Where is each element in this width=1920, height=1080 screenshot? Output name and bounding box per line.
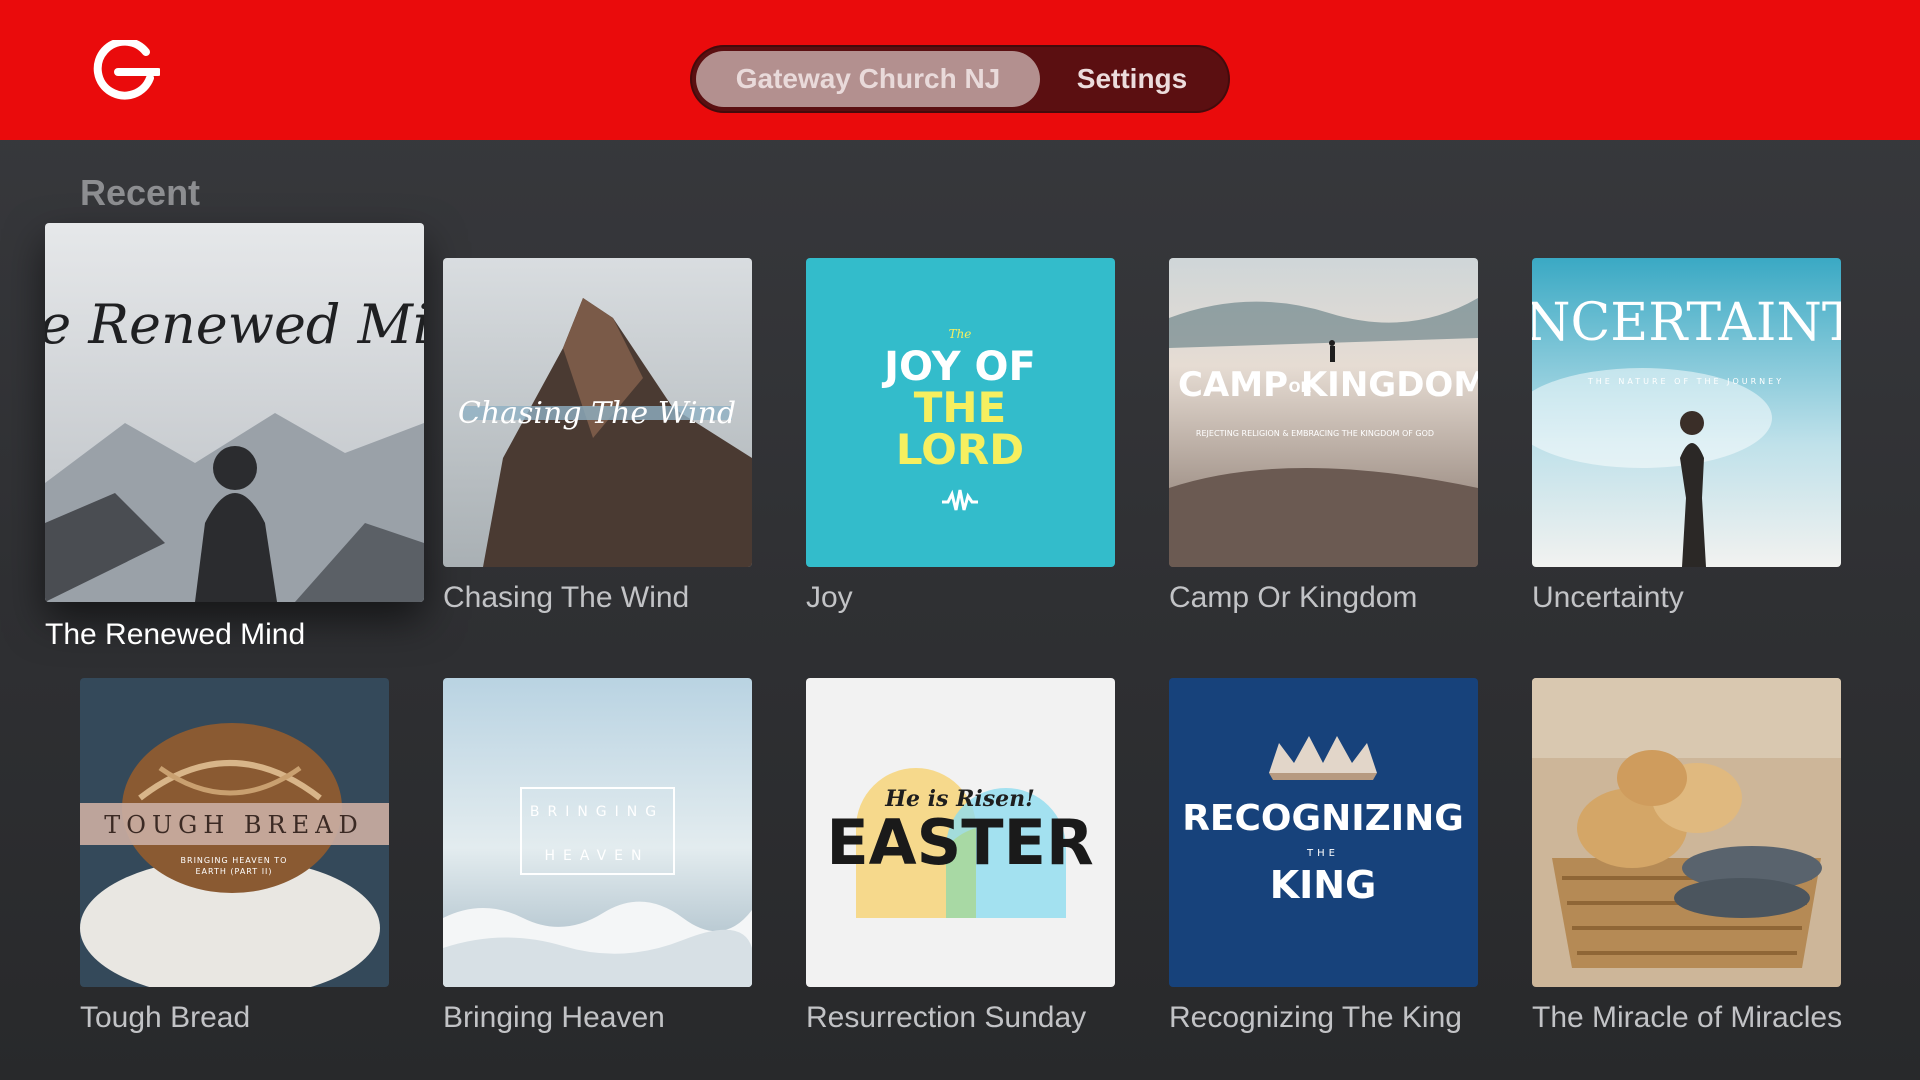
- artwork-text: LORD: [896, 425, 1024, 474]
- sermon-artwork: CAMP OR KINGDOM REJECTING RELIGION & EMB…: [1169, 258, 1478, 567]
- sermon-tile-renewed-mind[interactable]: The Renewed Mind The Renewed Mind: [45, 223, 424, 653]
- sermon-title: Resurrection Sunday: [806, 1001, 1087, 1034]
- sermon-title: Joy: [806, 581, 853, 614]
- sermon-tile-recognizing-the-king[interactable]: RECOGNIZING THE KING Recognizing The Kin…: [1169, 678, 1478, 1048]
- top-bar: Gateway Church NJ Settings: [0, 0, 1920, 140]
- sermon-tile-joy[interactable]: The JOY OF THE LORD Joy: [806, 258, 1115, 628]
- artwork-text: BRINGING: [530, 804, 664, 820]
- gateway-logo-icon: [93, 40, 160, 100]
- sermon-artwork: TOUGH BREAD BRINGING HEAVEN TO EARTH (PA…: [80, 678, 389, 987]
- sermon-title: Chasing The Wind: [443, 581, 690, 614]
- section-title-recent: Recent: [80, 172, 201, 213]
- sermon-artwork: The Renewed Mind: [45, 223, 424, 602]
- tab-settings[interactable]: Settings: [1040, 51, 1224, 107]
- artwork-text: REJECTING RELIGION & EMBRACING THE KINGD…: [1196, 429, 1434, 438]
- sermon-title: Tough Bread: [80, 1001, 251, 1034]
- sermon-title: The Renewed Mind: [45, 618, 306, 651]
- sermon-title: Recognizing The King: [1169, 1001, 1462, 1034]
- sermon-tile-chasing-the-wind[interactable]: Chasing The Wind Chasing The Wind: [443, 258, 752, 628]
- top-navigation: Gateway Church NJ Settings: [690, 45, 1230, 113]
- sermon-artwork: BRINGING HEAVEN: [443, 678, 752, 987]
- artwork-text: CAMP: [1178, 365, 1288, 405]
- sermon-tile-tough-bread[interactable]: TOUGH BREAD BRINGING HEAVEN TO EARTH (PA…: [80, 678, 389, 1048]
- sermon-tile-resurrection-sunday[interactable]: He is Risen! EASTER Resurrection Sunday: [806, 678, 1115, 1048]
- artwork-text: The: [949, 327, 972, 341]
- sermon-title: The Miracle of Miracles: [1532, 1001, 1842, 1034]
- artwork-text: RECOGNIZING: [1182, 798, 1464, 839]
- sermon-title: Camp Or Kingdom: [1169, 581, 1418, 614]
- sermon-tile-bringing-heaven[interactable]: BRINGING HEAVEN Bringing Heaven: [443, 678, 752, 1048]
- artwork-text: EARTH (PART II): [195, 867, 272, 876]
- artwork-text: THE: [1306, 848, 1339, 859]
- tab-gateway-church-nj[interactable]: Gateway Church NJ: [696, 51, 1040, 107]
- artwork-text: KING: [1270, 863, 1377, 907]
- sermon-tile-uncertainty[interactable]: UNCERTAINTY THE NATURE OF THE JOURNEY Un…: [1532, 258, 1841, 628]
- sermon-artwork: RECOGNIZING THE KING: [1169, 678, 1478, 987]
- sermon-title: Bringing Heaven: [443, 1001, 665, 1034]
- sermon-tile-miracle-of-miracles[interactable]: The Miracle of Miracles: [1532, 678, 1842, 1048]
- artwork-text: EASTER: [826, 806, 1093, 879]
- artwork-text: THE NATURE OF THE JOURNEY: [1587, 377, 1784, 386]
- sermon-artwork: Chasing The Wind: [443, 258, 752, 567]
- artwork-text: BRINGING HEAVEN TO: [181, 856, 288, 865]
- sermon-artwork: The JOY OF THE LORD: [806, 258, 1115, 567]
- sermon-tile-camp-or-kingdom[interactable]: CAMP OR KINGDOM REJECTING RELIGION & EMB…: [1169, 258, 1478, 628]
- sermon-artwork: UNCERTAINTY THE NATURE OF THE JOURNEY: [1532, 258, 1841, 567]
- artwork-text: The Renewed Mind: [45, 293, 424, 356]
- artwork-text: HEAVEN: [545, 848, 650, 864]
- artwork-text: KINGDOM: [1301, 365, 1478, 405]
- artwork-text: Chasing The Wind: [458, 396, 736, 431]
- sermon-artwork: He is Risen! EASTER: [806, 678, 1115, 987]
- sermon-artwork: [1532, 678, 1841, 987]
- artwork-text: UNCERTAINTY: [1532, 293, 1841, 353]
- artwork-text: TOUGH BREAD: [104, 811, 363, 839]
- sermon-title: Uncertainty: [1532, 581, 1684, 614]
